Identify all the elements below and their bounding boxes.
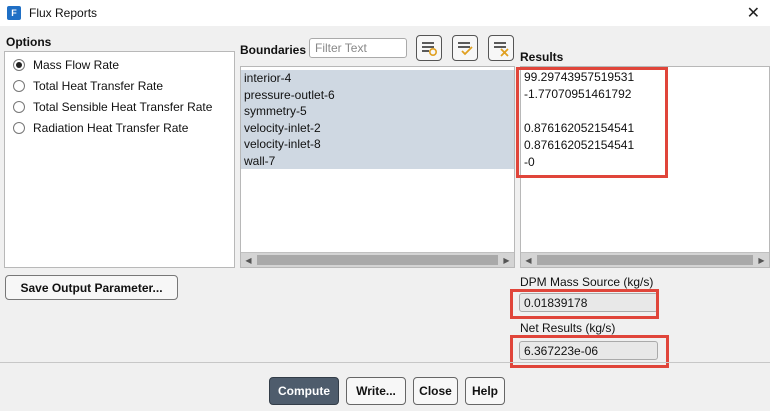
option-label: Total Sensible Heat Transfer Rate bbox=[33, 100, 213, 114]
results-highlight-box bbox=[516, 67, 668, 178]
horizontal-scrollbar[interactable]: ◀ ▶ bbox=[521, 252, 769, 267]
check-all-button[interactable] bbox=[452, 35, 478, 61]
help-button[interactable]: Help bbox=[465, 377, 505, 405]
save-output-parameter-button[interactable]: Save Output Parameter... bbox=[5, 275, 178, 300]
list-item[interactable]: interior-4 bbox=[241, 70, 514, 87]
radio-unchecked-icon[interactable] bbox=[13, 122, 25, 134]
title-bar: F Flux Reports ✕ bbox=[0, 0, 770, 26]
list-item[interactable]: symmetry-5 bbox=[241, 103, 514, 120]
window-title: Flux Reports bbox=[29, 6, 98, 20]
net-results-highlight-box bbox=[510, 335, 669, 368]
list-clear-icon bbox=[494, 42, 509, 57]
option-label: Radiation Heat Transfer Rate bbox=[33, 121, 189, 135]
net-results-label: Net Results (kg/s) bbox=[520, 321, 616, 335]
radio-checked-icon[interactable] bbox=[13, 59, 25, 71]
footer-divider bbox=[0, 362, 770, 363]
option-label: Mass Flow Rate bbox=[33, 58, 120, 72]
options-label: Options bbox=[6, 35, 52, 49]
boundaries-label: Boundaries bbox=[240, 43, 307, 57]
options-panel: Mass Flow Rate Total Heat Transfer Rate … bbox=[4, 51, 235, 268]
scroll-left-icon[interactable]: ◀ bbox=[241, 253, 256, 267]
filter-text-input[interactable] bbox=[309, 38, 407, 58]
boundaries-list[interactable]: interior-4 pressure-outlet-6 symmetry-5 … bbox=[240, 66, 515, 268]
deselect-all-button[interactable] bbox=[488, 35, 514, 61]
select-all-button[interactable] bbox=[416, 35, 442, 61]
scroll-left-icon[interactable]: ◀ bbox=[521, 253, 536, 267]
radio-unchecked-icon[interactable] bbox=[13, 80, 25, 92]
compute-button[interactable]: Compute bbox=[269, 377, 339, 405]
close-icon[interactable]: ✕ bbox=[747, 3, 760, 23]
radio-unchecked-icon[interactable] bbox=[13, 101, 25, 113]
write-button[interactable]: Write... bbox=[346, 377, 406, 405]
option-radiation-heat-transfer-rate[interactable]: Radiation Heat Transfer Rate bbox=[13, 121, 188, 135]
close-button[interactable]: Close bbox=[413, 377, 458, 405]
scrollbar-thumb[interactable] bbox=[537, 255, 753, 265]
list-item[interactable]: pressure-outlet-6 bbox=[241, 86, 514, 103]
option-label: Total Heat Transfer Rate bbox=[33, 79, 164, 93]
scrollbar-thumb[interactable] bbox=[257, 255, 498, 265]
dpm-mass-source-label: DPM Mass Source (kg/s) bbox=[520, 275, 654, 289]
option-total-sensible-heat-transfer-rate[interactable]: Total Sensible Heat Transfer Rate bbox=[13, 100, 212, 114]
list-select-icon bbox=[422, 42, 438, 57]
scroll-right-icon[interactable]: ▶ bbox=[754, 253, 769, 267]
option-total-heat-transfer-rate[interactable]: Total Heat Transfer Rate bbox=[13, 79, 163, 93]
list-item[interactable]: velocity-inlet-8 bbox=[241, 136, 514, 153]
list-item[interactable]: velocity-inlet-2 bbox=[241, 119, 514, 136]
option-mass-flow-rate[interactable]: Mass Flow Rate bbox=[13, 58, 119, 72]
scroll-right-icon[interactable]: ▶ bbox=[499, 253, 514, 267]
results-label: Results bbox=[520, 50, 564, 64]
list-item[interactable]: wall-7 bbox=[241, 152, 514, 169]
app-icon: F bbox=[7, 6, 21, 20]
horizontal-scrollbar[interactable]: ◀ ▶ bbox=[241, 252, 514, 267]
dpm-highlight-box bbox=[510, 289, 659, 319]
list-check-icon bbox=[458, 42, 473, 56]
